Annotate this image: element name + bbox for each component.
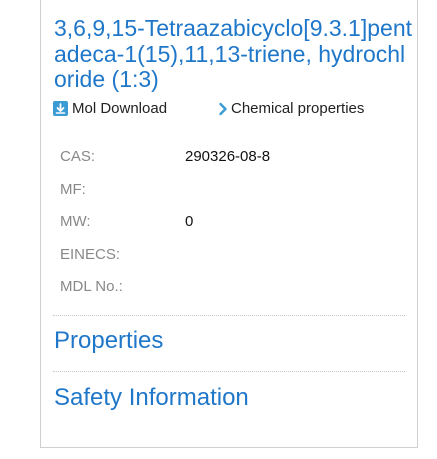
section-divider <box>53 371 405 372</box>
property-label: EINECS: <box>60 246 121 263</box>
property-label: CAS: <box>60 148 96 165</box>
property-row-mw: MW: 0 <box>60 213 400 235</box>
chemical-properties-link[interactable]: Chemical properties <box>218 100 364 117</box>
mol-download-link[interactable]: Mol Download <box>53 100 167 117</box>
action-links: Mol Download Chemical properties <box>53 100 411 120</box>
chevron-right-icon <box>218 102 228 116</box>
property-row-cas: CAS: 290326-08-8 <box>60 148 400 170</box>
section-divider <box>53 315 405 316</box>
property-row-mf: MF: <box>60 181 400 203</box>
download-icon <box>53 101 68 116</box>
safety-information-heading[interactable]: Safety Information <box>54 384 249 412</box>
property-row-mdl: MDL No.: <box>60 278 400 300</box>
compound-title: 3,6,9,15-Tetraazabicyclo[9.3.1]pentadeca… <box>54 15 413 92</box>
property-row-einecs: EINECS: <box>60 246 400 268</box>
properties-heading[interactable]: Properties <box>54 327 163 355</box>
property-label: MW: <box>60 213 91 230</box>
chemical-properties-label: Chemical properties <box>231 100 365 117</box>
property-label: MF: <box>60 181 86 198</box>
property-value: 0 <box>185 213 194 230</box>
property-value: 290326-08-8 <box>185 148 271 165</box>
property-label: MDL No.: <box>60 278 123 295</box>
mol-download-label: Mol Download <box>72 100 168 117</box>
